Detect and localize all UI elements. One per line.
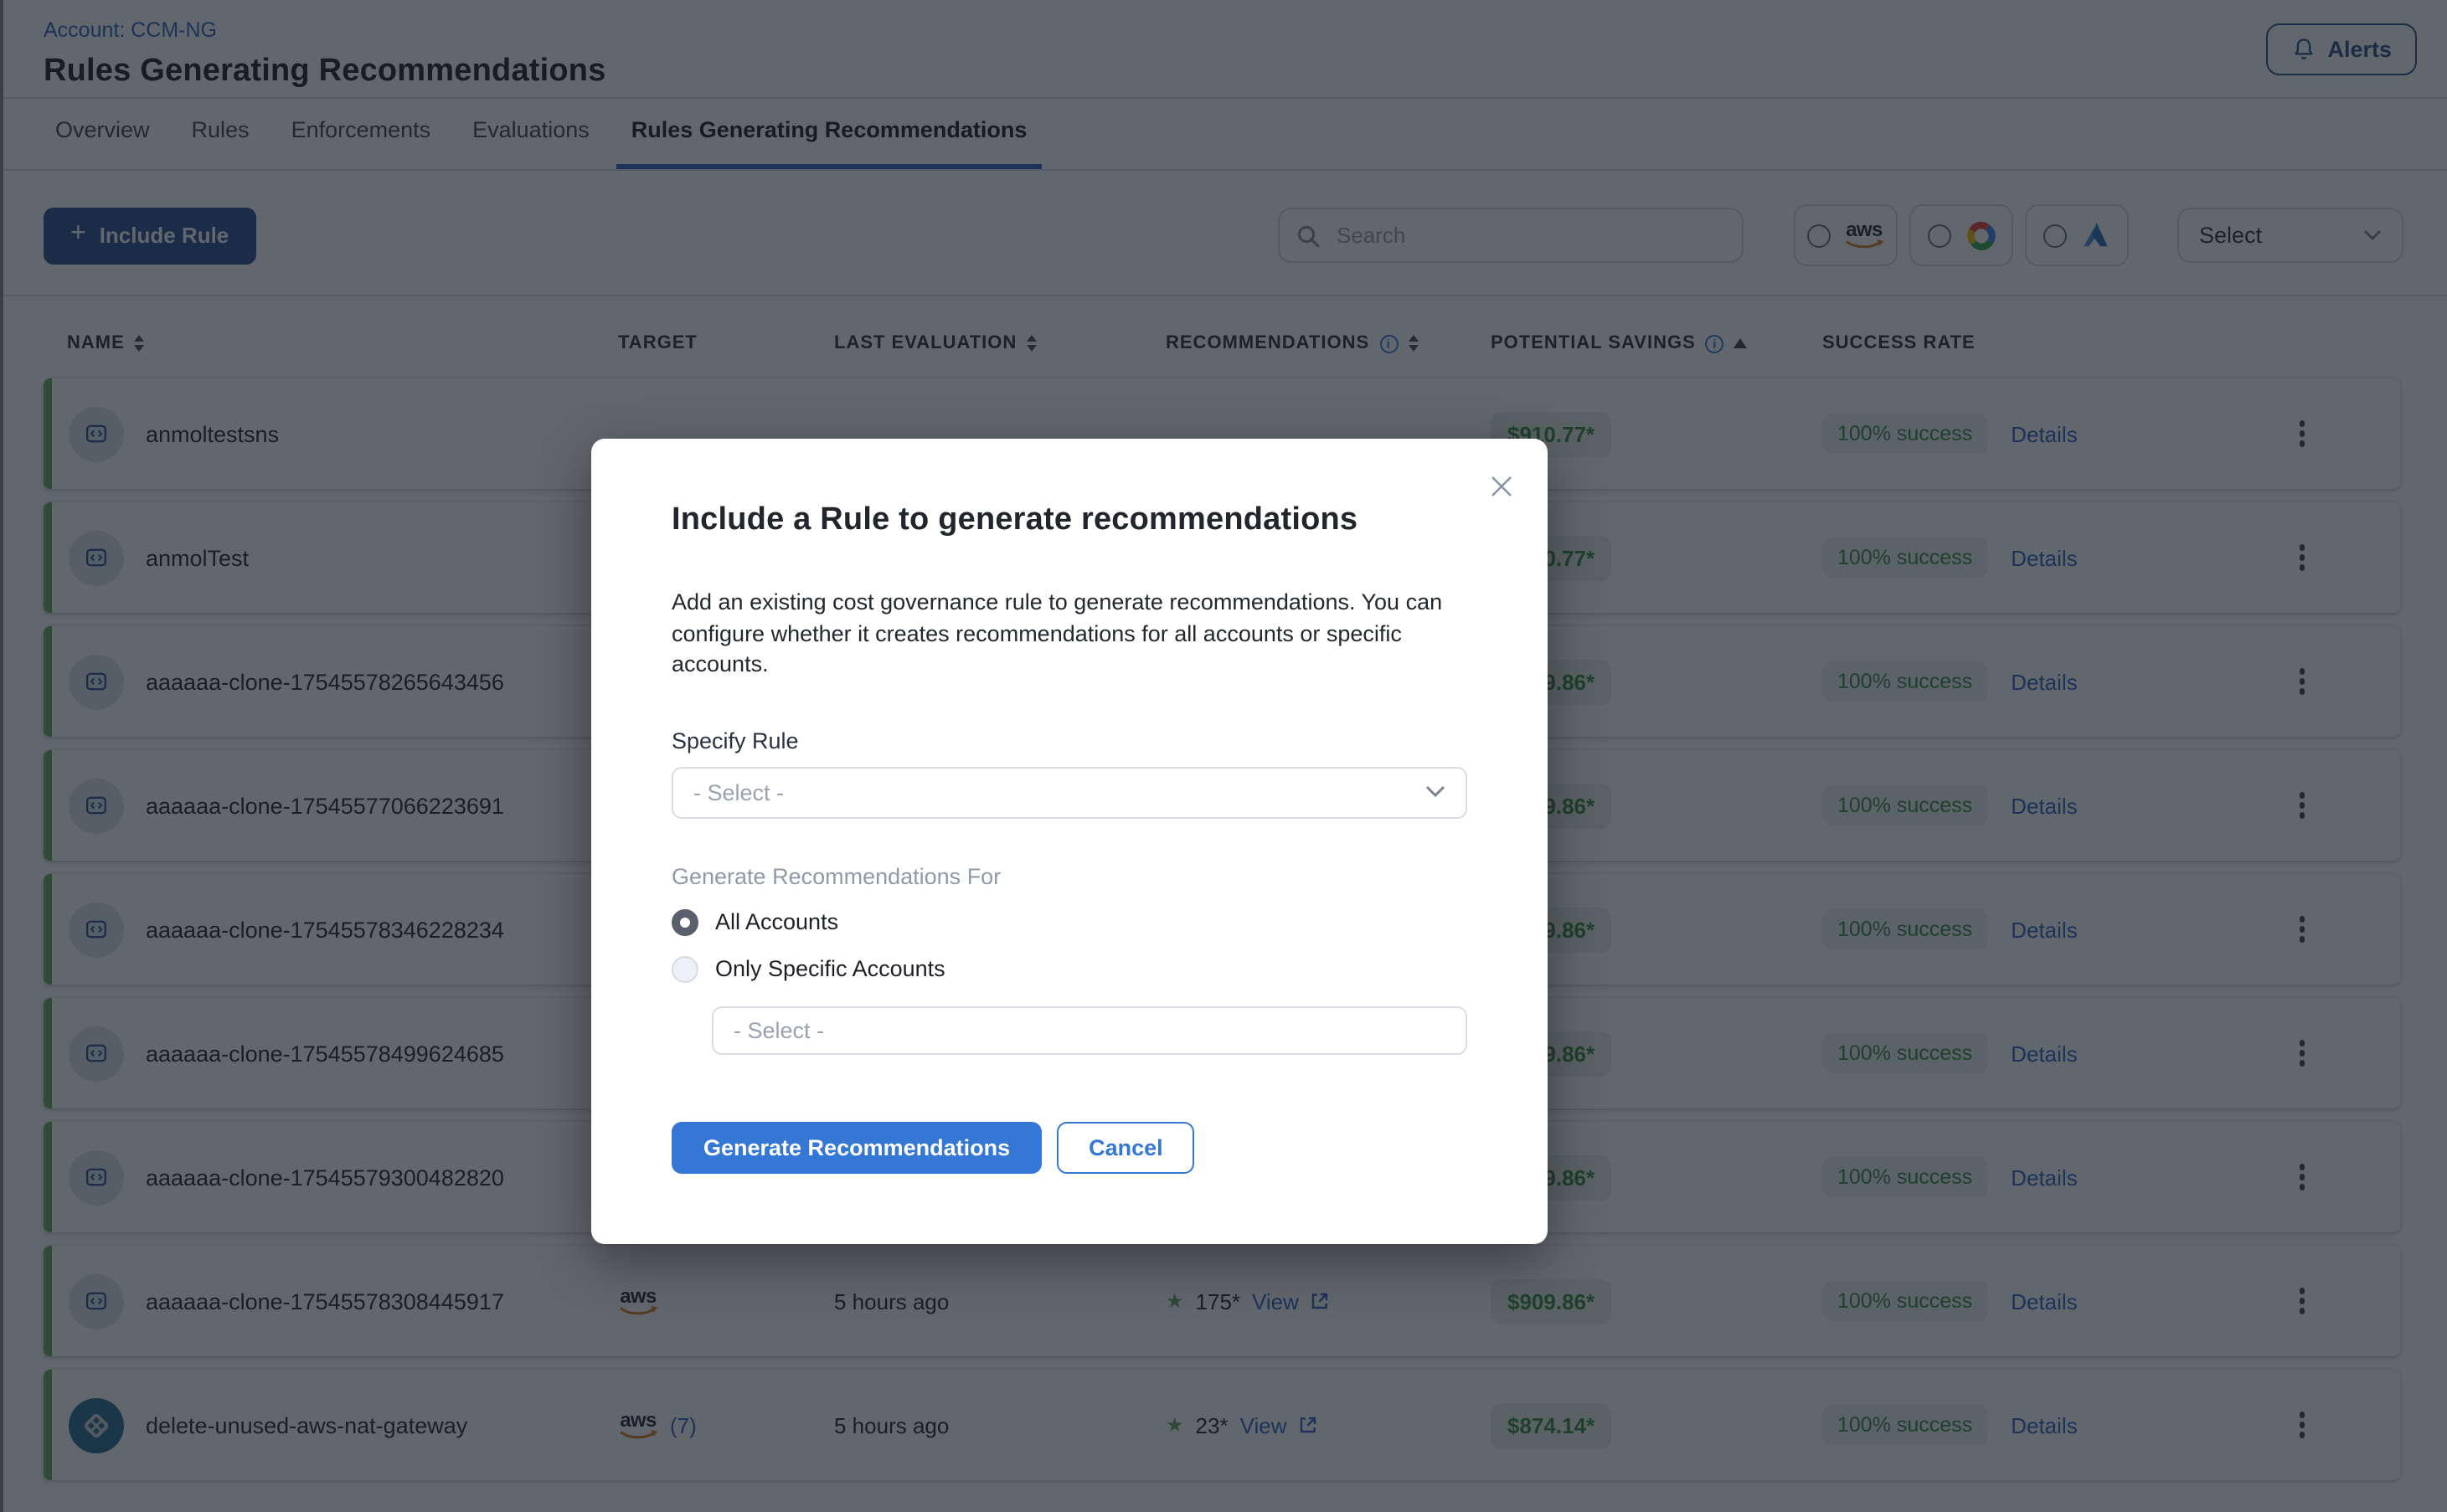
page: Account: CCM-NG Rules Generating Recomme… — [0, 0, 2447, 1512]
close-icon[interactable] — [1484, 469, 1517, 502]
accounts-select-placeholder: - Select - — [734, 1017, 824, 1042]
modal-description: Add an existing cost governance rule to … — [672, 588, 1469, 681]
chevron-down-icon — [1425, 785, 1445, 799]
cancel-button[interactable]: Cancel — [1057, 1121, 1195, 1173]
radio-unselected-icon — [672, 955, 698, 982]
only-specific-accounts-label: Only Specific Accounts — [715, 956, 945, 981]
all-accounts-label: All Accounts — [715, 909, 838, 934]
generate-recommendations-button[interactable]: Generate Recommendations — [672, 1121, 1042, 1173]
include-rule-modal: Include a Rule to generate recommendatio… — [591, 439, 1548, 1244]
accounts-select-dropdown[interactable]: - Select - — [712, 1005, 1467, 1054]
radio-selected-icon — [672, 908, 698, 935]
rule-select-dropdown[interactable]: - Select - — [672, 766, 1467, 818]
only-specific-accounts-radio[interactable]: Only Specific Accounts — [672, 955, 1467, 982]
modal-actions: Generate Recommendations Cancel — [672, 1121, 1467, 1173]
modal-title: Include a Rule to generate recommendatio… — [672, 502, 1467, 539]
rule-select-placeholder: - Select - — [693, 779, 784, 805]
generate-for-label: Generate Recommendations For — [672, 863, 1467, 888]
specify-rule-label: Specify Rule — [672, 728, 1467, 753]
all-accounts-radio[interactable]: All Accounts — [672, 908, 1467, 935]
